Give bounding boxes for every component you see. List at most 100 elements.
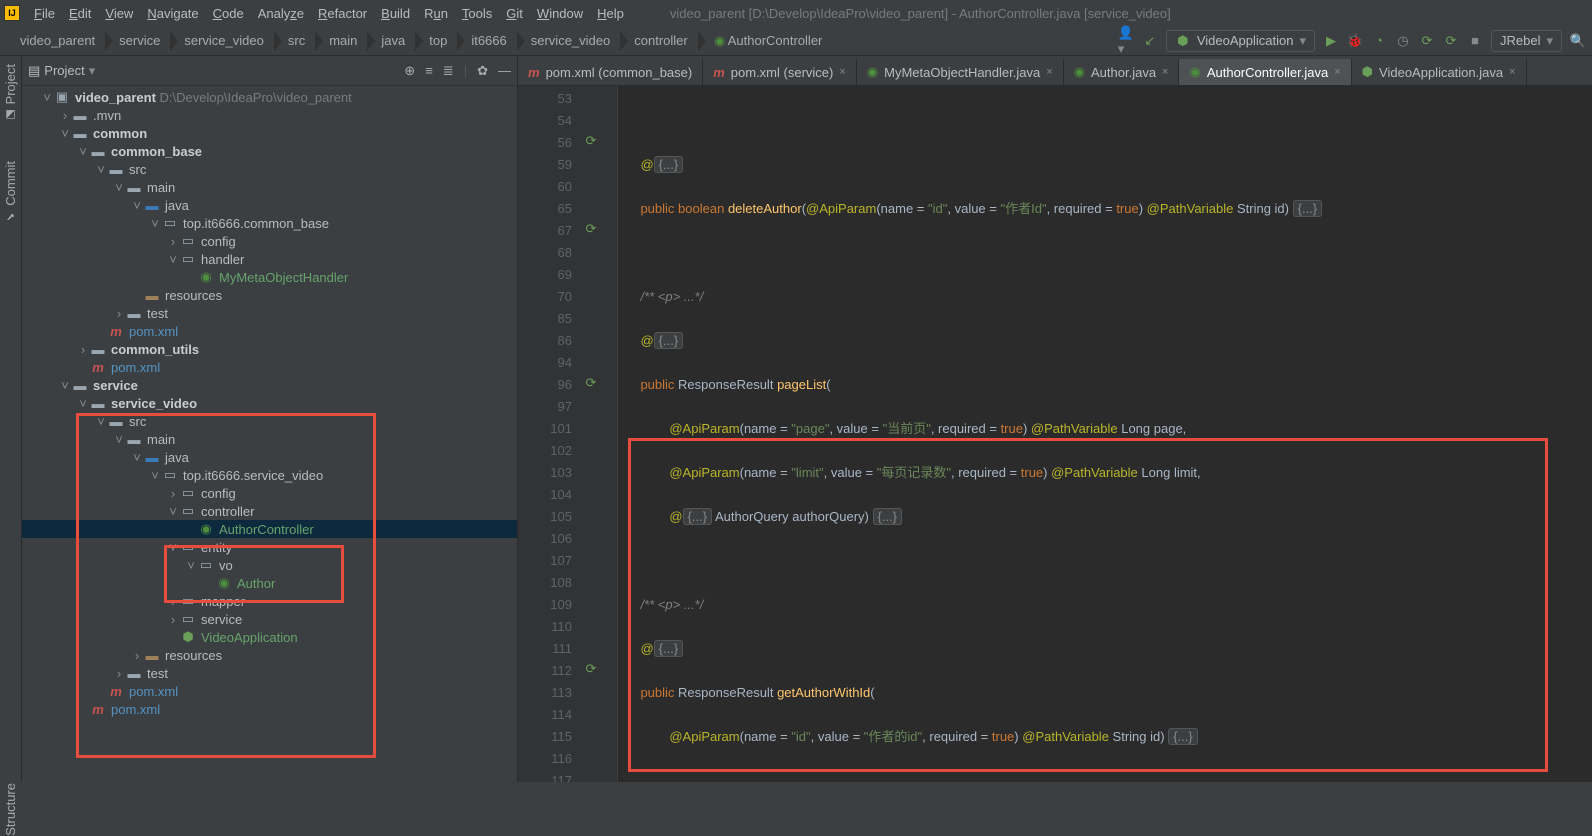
crumb-top[interactable]: top [415,27,457,55]
chevron-down-icon: ▾ [89,63,96,79]
crumb-controller[interactable]: controller [620,27,697,55]
close-icon[interactable]: × [839,66,845,78]
chevron-down-icon: ▾ [1299,33,1306,49]
folder-icon: ▬ [72,107,88,123]
vcs-update-icon[interactable]: ↙ [1142,33,1158,49]
jrebel-run-icon[interactable]: ⟳ [1419,33,1435,49]
folder-icon: ▬ [108,161,124,177]
tree-selected-file[interactable]: ◉AuthorController [22,520,517,538]
expand-all-icon[interactable]: ≡ [425,63,433,79]
tool-project[interactable]: ◪ Project [3,64,18,121]
maven-icon: m [108,323,124,339]
crumb-main[interactable]: main [315,27,367,55]
package-icon: ▭ [180,251,196,267]
menu-help[interactable]: Help [591,4,630,23]
package-icon: ▭ [180,503,196,519]
package-icon: ▭ [180,611,196,627]
folder-icon: ▬ [108,413,124,429]
gutter-icons: ⟳ ⟳ ⟳ ⟳ [578,86,604,782]
crumb-service[interactable]: service [105,27,170,55]
tool-structure[interactable]: Structure [3,783,18,836]
class-icon: ◉ [198,521,214,537]
folder-icon: ▬ [126,179,142,195]
class-icon: ◉ [1189,64,1200,80]
close-icon[interactable]: × [1046,66,1052,78]
app-logo-icon: IJ [4,5,20,21]
crumb-service-video[interactable]: service_video [170,27,274,55]
tab-pom-common-base[interactable]: mpom.xml (common_base) [518,59,703,85]
tab-mymeta[interactable]: ◉MyMetaObjectHandler.java× [857,59,1064,85]
menu-window[interactable]: Window [531,4,589,23]
class-icon: ◉ [867,64,878,80]
menubar: File Edit View Navigate Code Analyze Ref… [28,4,630,23]
menu-edit[interactable]: Edit [63,4,97,23]
close-icon[interactable]: × [1162,66,1168,78]
maven-icon: m [528,65,540,80]
menu-code[interactable]: Code [207,4,250,23]
code-body[interactable]: @{...} public boolean deleteAuthor(@ApiP… [618,86,1592,782]
tab-pom-service[interactable]: mpom.xml (service)× [703,59,857,85]
menu-analyze[interactable]: Analyze [252,4,310,23]
menu-refactor[interactable]: Refactor [312,4,373,23]
module-icon: ▣ [54,89,70,105]
project-panel-title[interactable]: ▤ Project ▾ [28,63,95,79]
settings-icon[interactable]: ✿ [477,63,488,79]
folder-icon: ▬ [126,305,142,321]
editor-area: mpom.xml (common_base) mpom.xml (service… [518,56,1592,782]
folder-icon: ▬ [144,449,160,465]
package-icon: ▭ [180,233,196,249]
tab-author[interactable]: ◉Author.java× [1064,59,1180,85]
menu-navigate[interactable]: Navigate [141,4,204,23]
menu-build[interactable]: Build [375,4,416,23]
jrebel-label: JRebel [1500,33,1540,48]
package-icon: ▭ [198,557,214,573]
debug-icon[interactable]: 🐞 [1347,33,1363,49]
class-icon: ◉ [216,575,232,591]
project-icon: ▤ [28,63,40,79]
crumb-java[interactable]: java [367,27,415,55]
package-icon: ▭ [162,467,178,483]
fold-bar[interactable] [604,86,618,782]
tab-author-controller[interactable]: ◉AuthorController.java× [1179,59,1351,85]
project-tree[interactable]: ˅▣video_parent D:\Develop\IdeaPro\video_… [22,86,517,782]
menu-tools[interactable]: Tools [456,4,498,23]
folder-icon: ▬ [144,287,160,303]
tab-video-application[interactable]: ⬢VideoApplication.java× [1352,59,1527,85]
crumb-pkg[interactable]: service_video [517,27,621,55]
code-editor[interactable]: 5354565960656768697085869496971011021031… [518,86,1592,782]
line-numbers: 5354565960656768697085869496971011021031… [518,86,578,782]
menu-file[interactable]: File [28,4,61,23]
close-icon[interactable]: × [1509,66,1515,78]
locate-icon[interactable]: ⊕ [404,63,415,79]
collapse-all-icon[interactable]: ≣ [443,63,454,79]
jrebel-debug-icon[interactable]: ⟳ [1443,33,1459,49]
stop-icon[interactable]: ■ [1467,33,1483,49]
menu-view[interactable]: View [99,4,139,23]
crumb-class[interactable]: ◉AuthorController [698,27,833,55]
run-config-selector[interactable]: ⬢ VideoApplication ▾ [1166,30,1315,52]
jrebel-selector[interactable]: JRebel ▾ [1491,30,1562,52]
crumb-it6666[interactable]: it6666 [457,27,516,55]
chevron-down-icon: ▾ [1546,33,1553,49]
run-config-label: VideoApplication [1197,33,1294,48]
package-icon: ▭ [180,485,196,501]
crumb-root[interactable]: video_parent [6,27,105,55]
folder-icon: ▬ [90,143,106,159]
folder-icon: ▬ [126,431,142,447]
crumb-src[interactable]: src [274,27,315,55]
spring-boot-icon: ⬢ [1362,64,1373,80]
class-icon: ◉ [1074,64,1085,80]
class-icon: ◉ [712,33,728,49]
hide-icon[interactable]: — [498,63,511,79]
run-icon[interactable]: ▶ [1323,33,1339,49]
tool-commit[interactable]: ✔ Commit [3,161,18,223]
menu-run[interactable]: Run [418,4,454,23]
user-icon[interactable]: 👤▾ [1118,33,1134,49]
package-icon: ▭ [162,215,178,231]
profile-icon[interactable]: ◷ [1395,33,1411,49]
close-icon[interactable]: × [1334,66,1340,78]
coverage-icon[interactable]: ◔ [1371,33,1387,49]
search-icon[interactable]: 🔍 [1570,33,1586,49]
editor-tabs: mpom.xml (common_base) mpom.xml (service… [518,56,1592,86]
menu-git[interactable]: Git [500,4,529,23]
